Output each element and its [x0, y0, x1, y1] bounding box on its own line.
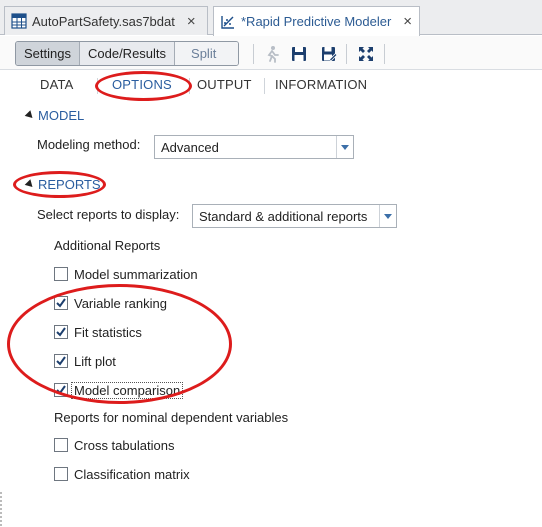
- checkbox-label: Cross tabulations: [74, 437, 175, 453]
- document-tab-bar: AutoPartSafety.sas7bdat × *Rapid Predict…: [0, 0, 542, 36]
- toolbar-divider: [253, 44, 254, 64]
- lift-plot-checkbox-row[interactable]: Lift plot: [54, 352, 118, 370]
- settings-button[interactable]: Settings: [16, 42, 80, 65]
- select-reports-label: Select reports to display:: [37, 207, 180, 222]
- checkbox-label: Fit statistics: [74, 324, 142, 340]
- run-icon[interactable]: [263, 45, 281, 63]
- code-results-button[interactable]: Code/Results: [79, 42, 176, 65]
- checkbox-label: Lift plot: [74, 353, 116, 369]
- tab-label: *Rapid Predictive Modeler: [241, 14, 392, 29]
- unchecked-checkbox[interactable]: [54, 467, 68, 481]
- model-section-toggle[interactable]: MODEL: [24, 108, 85, 123]
- modeling-method-dropdown[interactable]: Advanced: [154, 135, 354, 159]
- chevron-down-icon: [336, 136, 353, 158]
- unchecked-checkbox[interactable]: [54, 438, 68, 452]
- checkbox-label: Model comparison: [70, 381, 184, 399]
- subtab-divider: [264, 78, 265, 94]
- maximize-icon[interactable]: [357, 45, 375, 63]
- checkbox-label: Classification matrix: [74, 466, 190, 482]
- close-icon[interactable]: ×: [403, 14, 412, 29]
- tab-output[interactable]: OUTPUT: [197, 77, 252, 92]
- unchecked-checkbox[interactable]: [54, 267, 68, 281]
- modeling-method-value: Advanced: [161, 139, 219, 155]
- toolbar-divider: [384, 44, 385, 64]
- close-icon[interactable]: ×: [187, 14, 196, 29]
- subtab-divider: [97, 78, 98, 94]
- checked-checkbox[interactable]: [54, 325, 68, 339]
- model-section-heading: MODEL: [38, 108, 85, 123]
- model-comparison-checkbox-row[interactable]: Model comparison: [54, 381, 184, 399]
- settings-subtabs: DATA OPTIONS OUTPUT INFORMATION: [24, 70, 524, 100]
- table-icon: [11, 13, 27, 29]
- toolbar-divider: [346, 44, 347, 64]
- collapse-triangle-icon: [24, 110, 36, 121]
- tab-label: AutoPartSafety.sas7bdat: [32, 13, 175, 29]
- tab-data[interactable]: DATA: [40, 77, 74, 92]
- task-icon: [220, 14, 236, 30]
- modeling-method-label: Modeling method:: [37, 137, 141, 152]
- checked-checkbox[interactable]: [54, 383, 68, 397]
- save-icon[interactable]: [290, 45, 308, 63]
- reports-display-dropdown[interactable]: Standard & additional reports: [192, 204, 397, 228]
- resize-grip-icon[interactable]: [0, 490, 3, 527]
- collapse-triangle-icon: [24, 179, 36, 190]
- reports-display-value: Standard & additional reports: [199, 208, 368, 224]
- checked-checkbox[interactable]: [54, 354, 68, 368]
- reports-section-heading: REPORTS: [38, 177, 101, 192]
- fit-statistics-checkbox-row[interactable]: Fit statistics: [54, 323, 144, 341]
- task-toolbar: Settings Code/Results Split: [0, 36, 542, 70]
- cross-tabulations-checkbox-row[interactable]: Cross tabulations: [54, 436, 176, 454]
- checkbox-label: Model summarization: [74, 266, 198, 282]
- view-mode-segmented-control: Settings Code/Results Split: [15, 41, 240, 66]
- nominal-reports-heading: Reports for nominal dependent variables: [54, 410, 289, 425]
- tab-information[interactable]: INFORMATION: [275, 77, 367, 92]
- tab-rapid-predictive-modeler[interactable]: *Rapid Predictive Modeler ×: [213, 6, 420, 36]
- subtab-divider: [189, 78, 190, 94]
- chevron-down-icon: [379, 205, 396, 227]
- additional-reports-heading: Additional Reports: [54, 238, 161, 253]
- reports-section-toggle[interactable]: REPORTS: [24, 177, 101, 192]
- classification-matrix-checkbox-row[interactable]: Classification matrix: [54, 465, 192, 483]
- save-as-icon[interactable]: [320, 45, 338, 63]
- split-button[interactable]: Split: [175, 42, 239, 65]
- tab-options[interactable]: OPTIONS: [112, 77, 172, 92]
- tab-autopartsafety[interactable]: AutoPartSafety.sas7bdat ×: [4, 6, 208, 35]
- variable-ranking-checkbox-row[interactable]: Variable ranking: [54, 294, 169, 312]
- checked-checkbox[interactable]: [54, 296, 68, 310]
- model-summarization-checkbox-row[interactable]: Model summarization: [54, 265, 200, 283]
- checkbox-label: Variable ranking: [74, 295, 167, 311]
